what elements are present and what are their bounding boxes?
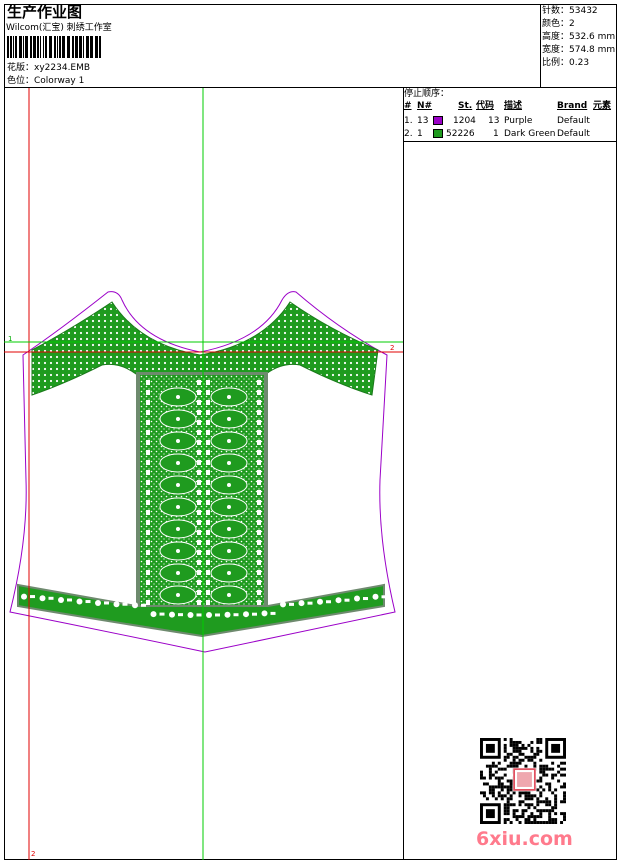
marker-bottom: 2	[31, 850, 35, 858]
marker-left: 1	[8, 335, 12, 343]
qr-code	[480, 738, 566, 824]
site-watermark: 6xiu.com	[476, 828, 573, 850]
embroidery-design: 1 2 2	[4, 88, 403, 860]
center-panel-inner	[140, 375, 264, 619]
marker-right: 2	[390, 344, 394, 352]
